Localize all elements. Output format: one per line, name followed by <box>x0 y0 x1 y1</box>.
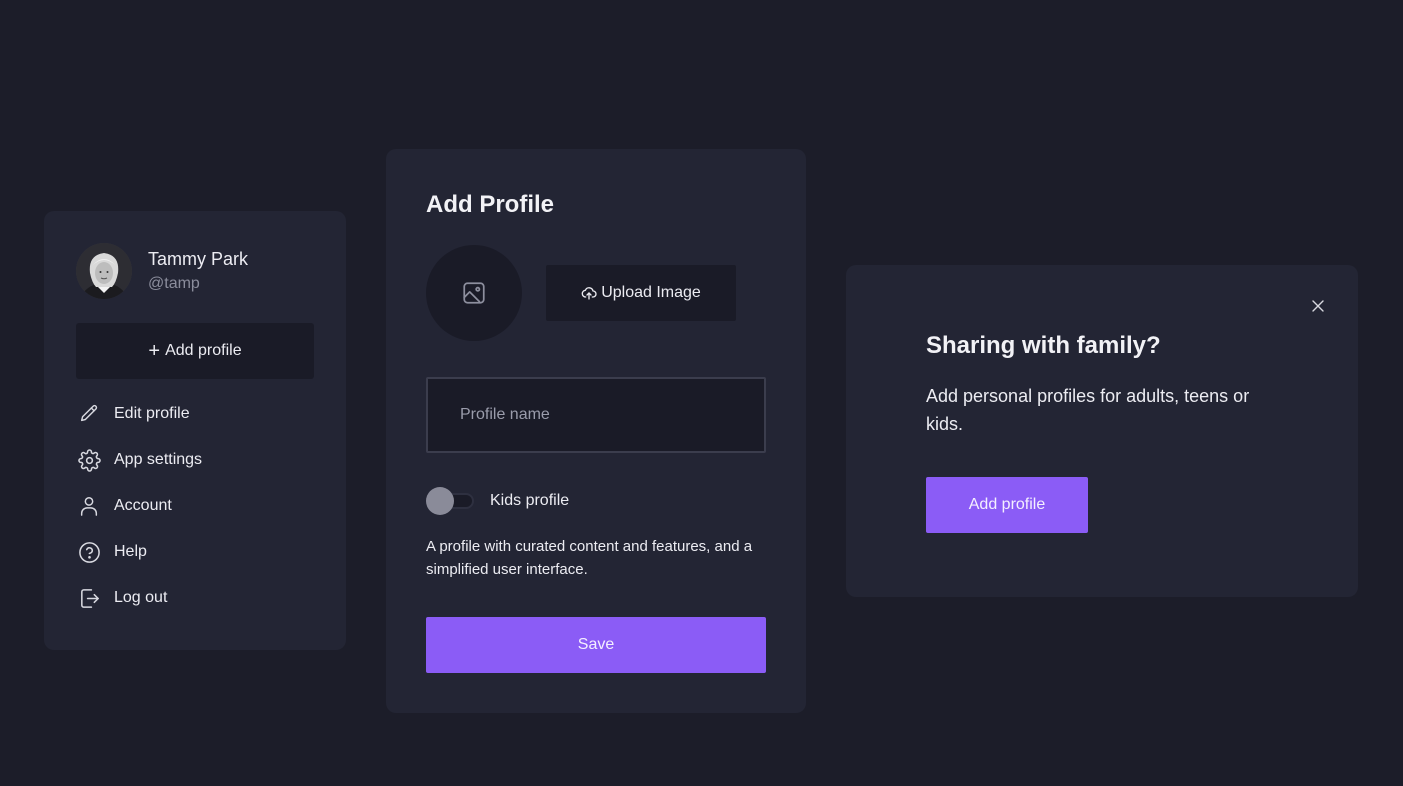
gear-icon <box>76 447 102 473</box>
profile-menu: Edit profile App settings Account Help L… <box>76 391 202 621</box>
add-profile-title: Add Profile <box>426 191 555 218</box>
add-profile-label: Add profile <box>165 342 242 359</box>
menu-item-help[interactable]: Help <box>76 529 202 575</box>
close-button[interactable] <box>1306 294 1330 318</box>
log-out-icon <box>76 585 102 611</box>
image-icon <box>461 280 487 306</box>
menu-item-label: Edit profile <box>114 405 190 422</box>
close-icon <box>1312 300 1324 312</box>
sharing-add-profile-button[interactable]: Add profile <box>926 477 1088 533</box>
plus-icon: + <box>148 340 161 362</box>
upload-image-label: Upload Image <box>601 284 701 301</box>
menu-item-label: Log out <box>114 589 168 606</box>
sharing-description: Add personal profiles for adults, teens … <box>926 386 1250 434</box>
help-circle-icon <box>76 539 102 565</box>
user-icon <box>76 493 102 519</box>
kids-profile-row: Kids profile <box>426 487 569 515</box>
menu-item-app-settings[interactable]: App settings <box>76 437 202 483</box>
upload-image-button[interactable]: Upload Image <box>546 265 736 321</box>
kids-profile-label: Kids profile <box>490 492 570 509</box>
profile-name-input[interactable] <box>426 377 766 453</box>
pencil-icon <box>76 401 102 427</box>
profile-image-placeholder[interactable] <box>426 245 522 341</box>
avatar[interactable] <box>76 243 132 299</box>
sharing-with-family-card: Sharing with family? Add personal profil… <box>846 265 1358 597</box>
user-handle: @tamp <box>148 275 200 292</box>
menu-item-log-out[interactable]: Log out <box>76 575 202 621</box>
user-name: Tammy Park <box>148 249 249 269</box>
kids-profile-description: A profile with curated content and featu… <box>426 538 753 578</box>
profile-menu-card: Tammy Park @tamp + Add profile Edit prof… <box>44 211 346 650</box>
add-profile-button[interactable]: + Add profile <box>76 323 314 379</box>
menu-item-label: Help <box>114 543 147 560</box>
menu-item-label: App settings <box>114 451 203 468</box>
cloud-upload-icon <box>581 285 597 301</box>
menu-item-label: Account <box>114 497 172 514</box>
user-info: Tammy Park @tamp <box>76 243 248 299</box>
menu-item-edit-profile[interactable]: Edit profile <box>76 391 202 437</box>
toggle-knob <box>426 487 454 515</box>
menu-item-account[interactable]: Account <box>76 483 202 529</box>
save-button[interactable]: Save <box>426 617 766 673</box>
sharing-title: Sharing with family? <box>926 332 1161 359</box>
kids-profile-toggle[interactable] <box>426 487 474 515</box>
add-profile-card: Add Profile Upload Image Kids profile <box>386 149 806 713</box>
